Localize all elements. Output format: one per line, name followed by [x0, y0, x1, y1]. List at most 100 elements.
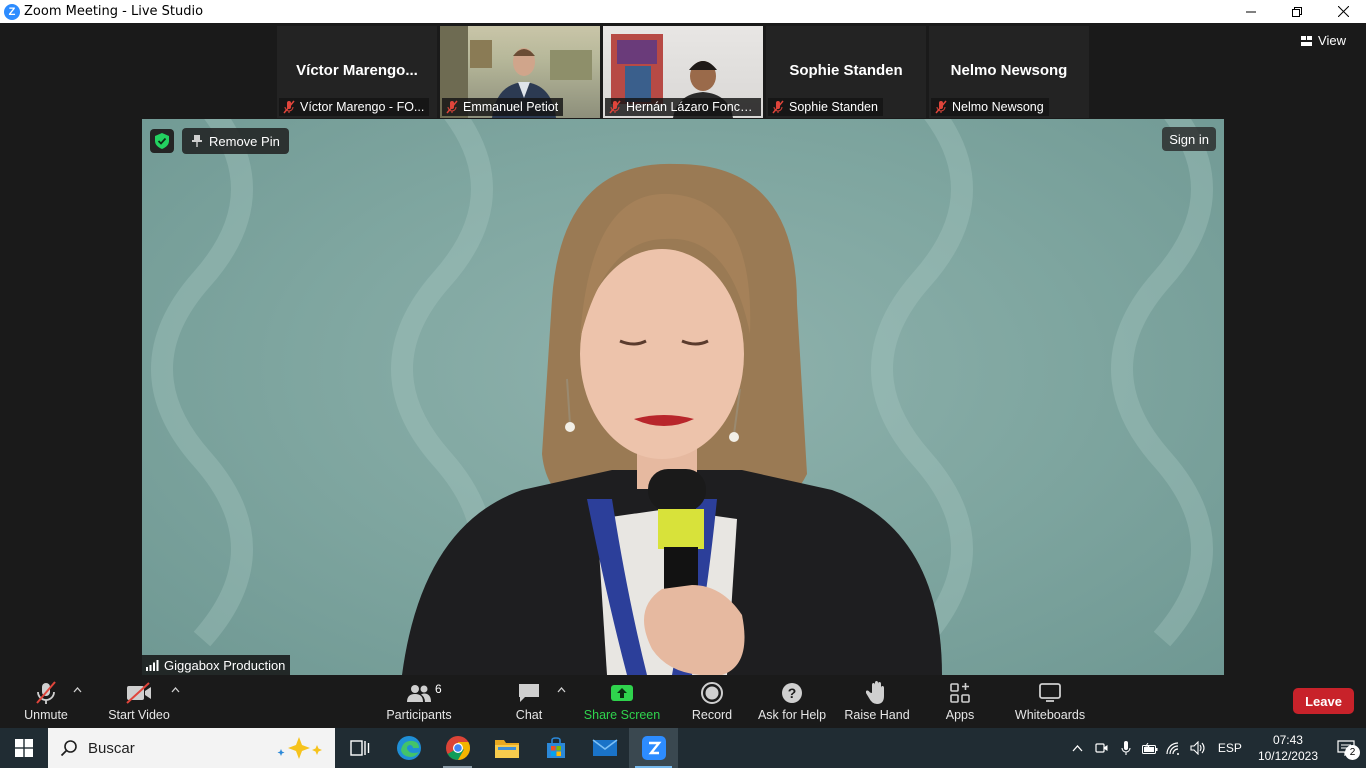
participant-name-tag: Hernán Lázaro Fonco...: [605, 98, 761, 116]
remove-pin-label: Remove Pin: [209, 133, 280, 149]
signal-strength-icon: [146, 659, 159, 671]
show-hidden-icons-button[interactable]: [1066, 728, 1090, 768]
mail-envelope-icon: [592, 739, 617, 756]
share-screen-button[interactable]: Share Screen: [584, 680, 660, 724]
ask-for-help-label: Ask for Help: [757, 708, 827, 722]
chevron-up-icon: [557, 687, 566, 693]
windows-taskbar: Buscar ESP 07:43 10/12/2023 2: [0, 728, 1366, 768]
chevron-up-icon: [1072, 744, 1083, 751]
unmute-label: Unmute: [24, 708, 68, 722]
participant-name: Nelmo Newsong: [952, 100, 1044, 114]
participants-icon: [407, 685, 431, 702]
participant-tile[interactable]: Nelmo Newsong Nelmo Newsong: [929, 26, 1089, 118]
participants-label: Participants: [386, 708, 452, 722]
participant-display-name: Víctor Marengo...: [296, 62, 418, 79]
taskbar-mail[interactable]: [580, 728, 629, 768]
battery-charging-icon: [1141, 742, 1158, 754]
network-tray-icon[interactable]: [1162, 728, 1186, 768]
search-highlight-sparkle-icon: [277, 737, 322, 759]
zoom-app-icon: [641, 736, 666, 760]
notification-center-button[interactable]: 2: [1326, 728, 1366, 768]
meeting-toolbar: Unmute Start Video Participants 6 Chat S…: [0, 675, 1366, 728]
record-label: Record: [691, 708, 733, 722]
participant-name-tag: Nelmo Newsong: [931, 98, 1049, 116]
participant-name: Sophie Standen: [789, 100, 878, 114]
view-grid-icon: [1301, 35, 1313, 46]
microphone-icon: [1121, 740, 1131, 755]
minimize-button[interactable]: [1228, 0, 1274, 23]
taskbar-search-box[interactable]: Buscar: [48, 728, 335, 768]
chat-options-caret[interactable]: [557, 685, 566, 696]
apps-icon: [950, 683, 970, 703]
leave-meeting-button[interactable]: Leave: [1293, 688, 1354, 714]
sign-in-button[interactable]: Sign in: [1162, 127, 1216, 151]
taskbar-chrome[interactable]: [433, 728, 482, 768]
taskbar-edge[interactable]: [384, 728, 433, 768]
battery-tray-icon[interactable]: [1138, 728, 1162, 768]
speaker-figure: [402, 163, 942, 675]
participants-button[interactable]: Participants: [386, 680, 452, 724]
taskbar-microsoft-store[interactable]: [531, 728, 580, 768]
input-language-indicator[interactable]: ESP: [1210, 741, 1250, 755]
speaker-volume-icon: [1190, 741, 1205, 755]
taskbar-clock[interactable]: 07:43 10/12/2023: [1250, 732, 1326, 764]
unmute-button[interactable]: Unmute: [20, 680, 72, 724]
participant-tile[interactable]: Sophie Standen Sophie Standen: [766, 26, 926, 118]
participants-count: 6: [435, 682, 442, 696]
microphone-tray-icon[interactable]: [1114, 728, 1138, 768]
notification-count-badge: 2: [1345, 745, 1360, 760]
task-view-button[interactable]: [335, 728, 384, 768]
system-tray: ESP 07:43 10/12/2023 2: [1066, 728, 1366, 768]
whiteboard-icon: [1039, 683, 1061, 702]
meeting-area: Víctor Marengo... Víctor Marengo - FO...: [0, 23, 1366, 675]
camera-in-use-tray-icon[interactable]: [1090, 728, 1114, 768]
chat-bubble-icon: [519, 684, 539, 702]
search-placeholder: Buscar: [88, 739, 135, 757]
minimize-icon: [1246, 11, 1256, 12]
close-button[interactable]: [1320, 0, 1366, 23]
participant-tile[interactable]: Emmanuel Petiot: [440, 26, 600, 118]
mic-muted-icon: [609, 100, 621, 114]
whiteboards-button[interactable]: Whiteboards: [1014, 680, 1086, 724]
taskbar-zoom[interactable]: [629, 728, 678, 768]
view-label: View: [1318, 33, 1346, 48]
participant-tile[interactable]: Hernán Lázaro Fonco...: [603, 26, 763, 118]
clock-date: 10/12/2023: [1257, 749, 1318, 763]
start-video-button[interactable]: Start Video: [106, 680, 172, 724]
raise-hand-label: Raise Hand: [844, 708, 910, 722]
share-screen-icon: [611, 685, 633, 701]
encryption-shield-icon[interactable]: [150, 129, 174, 153]
taskbar-file-explorer[interactable]: [482, 728, 531, 768]
task-view-icon: [349, 740, 369, 756]
shield-icon: [155, 133, 169, 149]
video-off-icon: [126, 682, 151, 704]
edge-browser-icon: [396, 736, 421, 760]
ask-for-help-button[interactable]: ? Ask for Help: [758, 680, 826, 724]
raise-hand-button[interactable]: Raise Hand: [844, 680, 910, 724]
participant-tile[interactable]: Víctor Marengo... Víctor Marengo - FO...: [277, 26, 437, 118]
apps-button[interactable]: Apps: [942, 680, 978, 724]
window-titlebar: Z Zoom Meeting - Live Studio: [0, 0, 1366, 23]
apps-label: Apps: [945, 708, 975, 722]
participant-name: Emmanuel Petiot: [463, 100, 559, 114]
mic-muted-icon: [283, 100, 295, 114]
view-button[interactable]: View: [1301, 33, 1346, 48]
pin-icon: [192, 135, 202, 147]
audio-options-caret[interactable]: [73, 685, 82, 696]
start-video-label: Start Video: [108, 708, 170, 722]
start-button[interactable]: [0, 728, 48, 768]
window-title: Zoom Meeting - Live Studio: [24, 4, 204, 19]
chevron-up-icon: [73, 687, 82, 693]
chat-button[interactable]: Chat: [510, 680, 548, 724]
volume-tray-icon[interactable]: [1186, 728, 1210, 768]
restore-button[interactable]: [1274, 0, 1320, 23]
window-controls: [1228, 0, 1366, 23]
video-options-caret[interactable]: [171, 685, 180, 696]
participant-display-name: Nelmo Newsong: [950, 62, 1068, 79]
windows-logo-icon: [15, 739, 33, 757]
remove-pin-button[interactable]: Remove Pin: [182, 128, 289, 154]
mic-muted-icon: [446, 100, 458, 114]
raise-hand-icon: [866, 681, 884, 704]
pinned-speaker-video[interactable]: Remove Pin Sign in Giggabox Production: [142, 119, 1224, 675]
record-button[interactable]: Record: [690, 680, 734, 724]
